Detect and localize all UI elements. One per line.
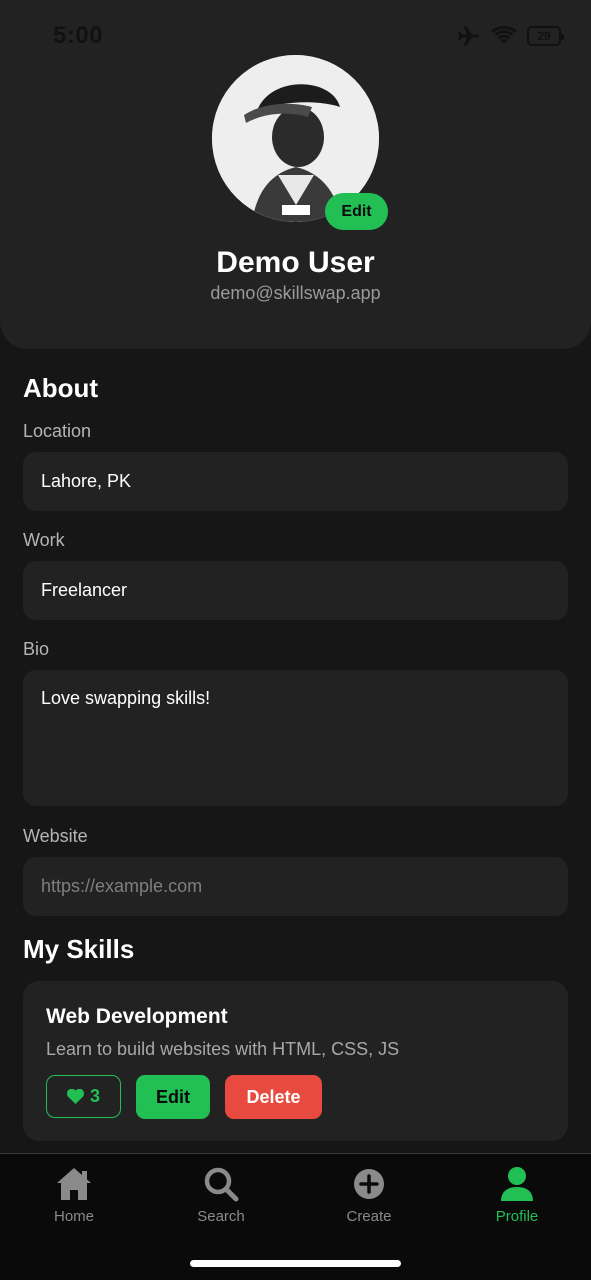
work-field[interactable]: Freelancer (23, 561, 568, 620)
airplane-icon (458, 26, 479, 46)
skill-card: Web Development Learn to build websites … (23, 981, 568, 1141)
tab-create-label: Create (346, 1208, 392, 1225)
wifi-icon (491, 26, 517, 44)
like-button[interactable]: 3 (46, 1075, 121, 1118)
website-placeholder: https://example.com (41, 876, 203, 896)
user-name: Demo User (216, 246, 375, 279)
plus-circle-icon (354, 1169, 384, 1199)
location-label: Location (23, 421, 92, 441)
status-bar: 5:00 29 (0, 0, 591, 70)
location-value: Lahore, PK (41, 471, 132, 491)
skill-title: Web Development (46, 1005, 228, 1028)
edit-skill-button[interactable]: Edit (136, 1075, 210, 1119)
bio-value: Love swapping skills! (41, 688, 211, 708)
home-indicator (190, 1260, 401, 1267)
status-icons: 29 (457, 25, 564, 47)
tab-home-label: Home (53, 1208, 94, 1225)
website-label: Website (23, 826, 88, 846)
battery-icon: 29 (527, 26, 564, 46)
tab-create[interactable]: Create (309, 1166, 429, 1225)
tab-home[interactable]: Home (14, 1166, 134, 1225)
tab-profile-label: Profile (495, 1208, 539, 1225)
website-field[interactable]: https://example.com (23, 857, 568, 916)
status-time: 5:00 (53, 22, 104, 49)
my-skills-title: My Skills (23, 934, 135, 964)
tab-profile[interactable]: Profile (457, 1166, 577, 1225)
delete-skill-button[interactable]: Delete (225, 1075, 322, 1119)
person-icon (501, 1167, 533, 1201)
tab-search-label: Search (197, 1208, 245, 1225)
home-icon (57, 1168, 91, 1200)
search-icon (204, 1167, 239, 1202)
heart-icon (67, 1089, 84, 1104)
battery-level: 29 (537, 29, 551, 43)
work-label: Work (23, 530, 65, 550)
about-title: About (23, 373, 99, 403)
bio-field[interactable]: Love swapping skills! (23, 670, 568, 806)
skill-description: Learn to build websites with HTML, CSS, … (46, 1039, 400, 1059)
location-field[interactable]: Lahore, PK (23, 452, 568, 511)
tab-search[interactable]: Search (161, 1166, 281, 1225)
user-email: demo@skillswap.app (210, 283, 381, 303)
like-count: 3 (89, 1086, 100, 1106)
edit-avatar-button[interactable]: Edit (325, 193, 388, 230)
bio-label: Bio (23, 639, 50, 659)
work-value: Freelancer (41, 580, 128, 600)
